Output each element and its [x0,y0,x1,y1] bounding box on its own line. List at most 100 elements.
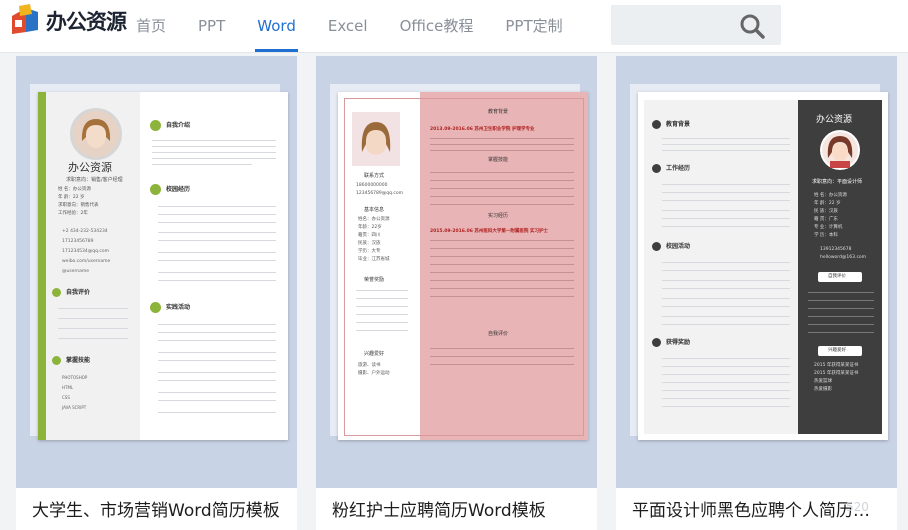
text-line [808,316,874,317]
avatar [820,130,860,170]
top-navigation-bar: 办公资源 首页 PPT Word Excel Office教程 PPT定制 [0,0,908,53]
text-line [356,314,408,315]
section-heading: 掌握技能 [66,357,91,364]
text-line [662,374,790,375]
avatar [70,108,122,160]
section-icon [652,242,661,251]
text-line [662,218,790,219]
contact-line: 123456789@qq.com [356,191,404,196]
template-card[interactable]: 办公资源 求职意向：平面设计师 姓 名：办公资源 年 龄：22 岁 民 族：汉族… [616,56,897,530]
text-line [158,360,276,361]
text-line [430,248,574,249]
skill-name: PHOTOSHOP [62,375,88,380]
nav-excel[interactable]: Excel [312,0,384,52]
text-line [808,308,874,309]
text-line [662,366,790,367]
text-line [430,348,574,349]
text-line [430,144,574,145]
resume-preview: 办公资源 求职意向：销售/客户经理 姓 名：办公资源 年 龄：22 岁 求职意向… [38,92,288,440]
template-thumbnail[interactable]: 联系方式 18600000000 123456789@qq.com 基本信息 姓… [316,56,597,488]
template-card[interactable]: 办公资源 求职意向：销售/客户经理 姓 名：办公资源 年 龄：22 岁 求职意向… [16,56,297,530]
text-line [662,390,790,391]
photo [352,112,400,166]
info-line: 姓 名：办公资源 [58,187,91,192]
section-heading: 联系方式 [364,173,385,179]
text-line [662,138,790,139]
interest-line: 热爱摄影 [814,387,832,392]
text-line [430,296,574,297]
nav-office-tutorial[interactable]: Office教程 [384,0,490,52]
basic-line: 学历：大专 [358,249,381,254]
main-nav: 首页 PPT Word Excel Office教程 PPT定制 [120,0,579,52]
text-line [158,324,276,325]
brand-logo[interactable]: 办公资源 [8,4,127,38]
nav-ppt[interactable]: PPT [182,0,241,52]
text-line [430,288,574,289]
text-line [430,272,574,273]
skill-line [58,318,128,319]
text-line [430,256,574,257]
interest-line: 2015 年获得某某证书 [814,363,859,368]
text-line [662,382,790,383]
section-heading: 教育背景 [488,109,509,115]
text-line [662,262,790,263]
text-line [158,222,276,223]
template-title[interactable]: 平面设计师黑色应聘个人简历求职Word模板 [632,496,882,521]
text-line [158,392,276,393]
text-line [808,300,874,301]
basic-line: 毕业：江苏省城 [358,257,390,262]
info-line: 民 族：汉族 [814,209,838,214]
text-line [158,380,276,381]
text-line [152,146,276,147]
template-thumbnail[interactable]: 办公资源 求职意向：平面设计师 姓 名：办公资源 年 龄：22 岁 民 族：汉族… [616,56,897,488]
contact-line: 18600000000 [356,183,388,188]
text-line [158,232,276,233]
skill-line [58,338,128,339]
text-line [662,150,790,151]
nav-home[interactable]: 首页 [120,0,182,52]
section-heading: 基本信息 [364,207,385,213]
section-heading: 自我评价 [488,331,509,337]
text-line [158,206,276,207]
section-heading: 自我介绍 [166,122,191,129]
text-line [662,316,790,317]
accent-bar [38,92,46,440]
section-icon [652,120,661,129]
template-card[interactable]: 联系方式 18600000000 123456789@qq.com 基本信息 姓… [316,56,597,530]
text-line [662,398,790,399]
text-line [662,184,790,185]
section-icon [652,338,661,347]
text-line [808,292,874,293]
text-line [152,152,276,153]
text-line [158,260,276,261]
intern-line: 2015.09-2016.06 苏州医科大学第一附属医院 实习护士 [430,229,548,234]
nav-ppt-custom[interactable]: PPT定制 [489,0,578,52]
section-heading: 荣誉奖励 [364,277,385,283]
basic-line: 民族：汉族 [358,241,381,246]
search-input[interactable] [611,5,741,45]
template-title[interactable]: 粉红护士应聘简历Word模板 [332,496,582,521]
search-icon[interactable] [739,13,765,39]
skill-line [58,308,128,309]
text-line [662,210,790,211]
text-line [356,322,408,323]
text-line [430,138,574,139]
text-line [430,180,574,181]
template-title[interactable]: 大学生、市场营销Word简历模板 [32,496,282,521]
skill-line [58,328,128,329]
watermark: 520 [846,500,869,514]
section-heading: 自我评价 [66,289,91,296]
section-icon [150,184,161,195]
text-line [430,196,574,197]
nav-word[interactable]: Word [241,0,312,52]
basic-line: 姓名：办公资源 [358,217,390,222]
info-line: 专 业：计算机 [814,225,843,230]
info-line: 姓 名：办公资源 [814,193,847,198]
brand-name: 办公资源 [46,10,127,34]
info-line: 学 历：本科 [814,233,838,238]
text-line [662,200,790,201]
info-line: 年 龄：22 岁 [58,195,85,200]
resume-preview: 联系方式 18600000000 123456789@qq.com 基本信息 姓… [338,92,588,440]
text-line [152,140,276,141]
template-thumbnail[interactable]: 办公资源 求职意向：销售/客户经理 姓 名：办公资源 年 龄：22 岁 求职意向… [16,56,297,488]
